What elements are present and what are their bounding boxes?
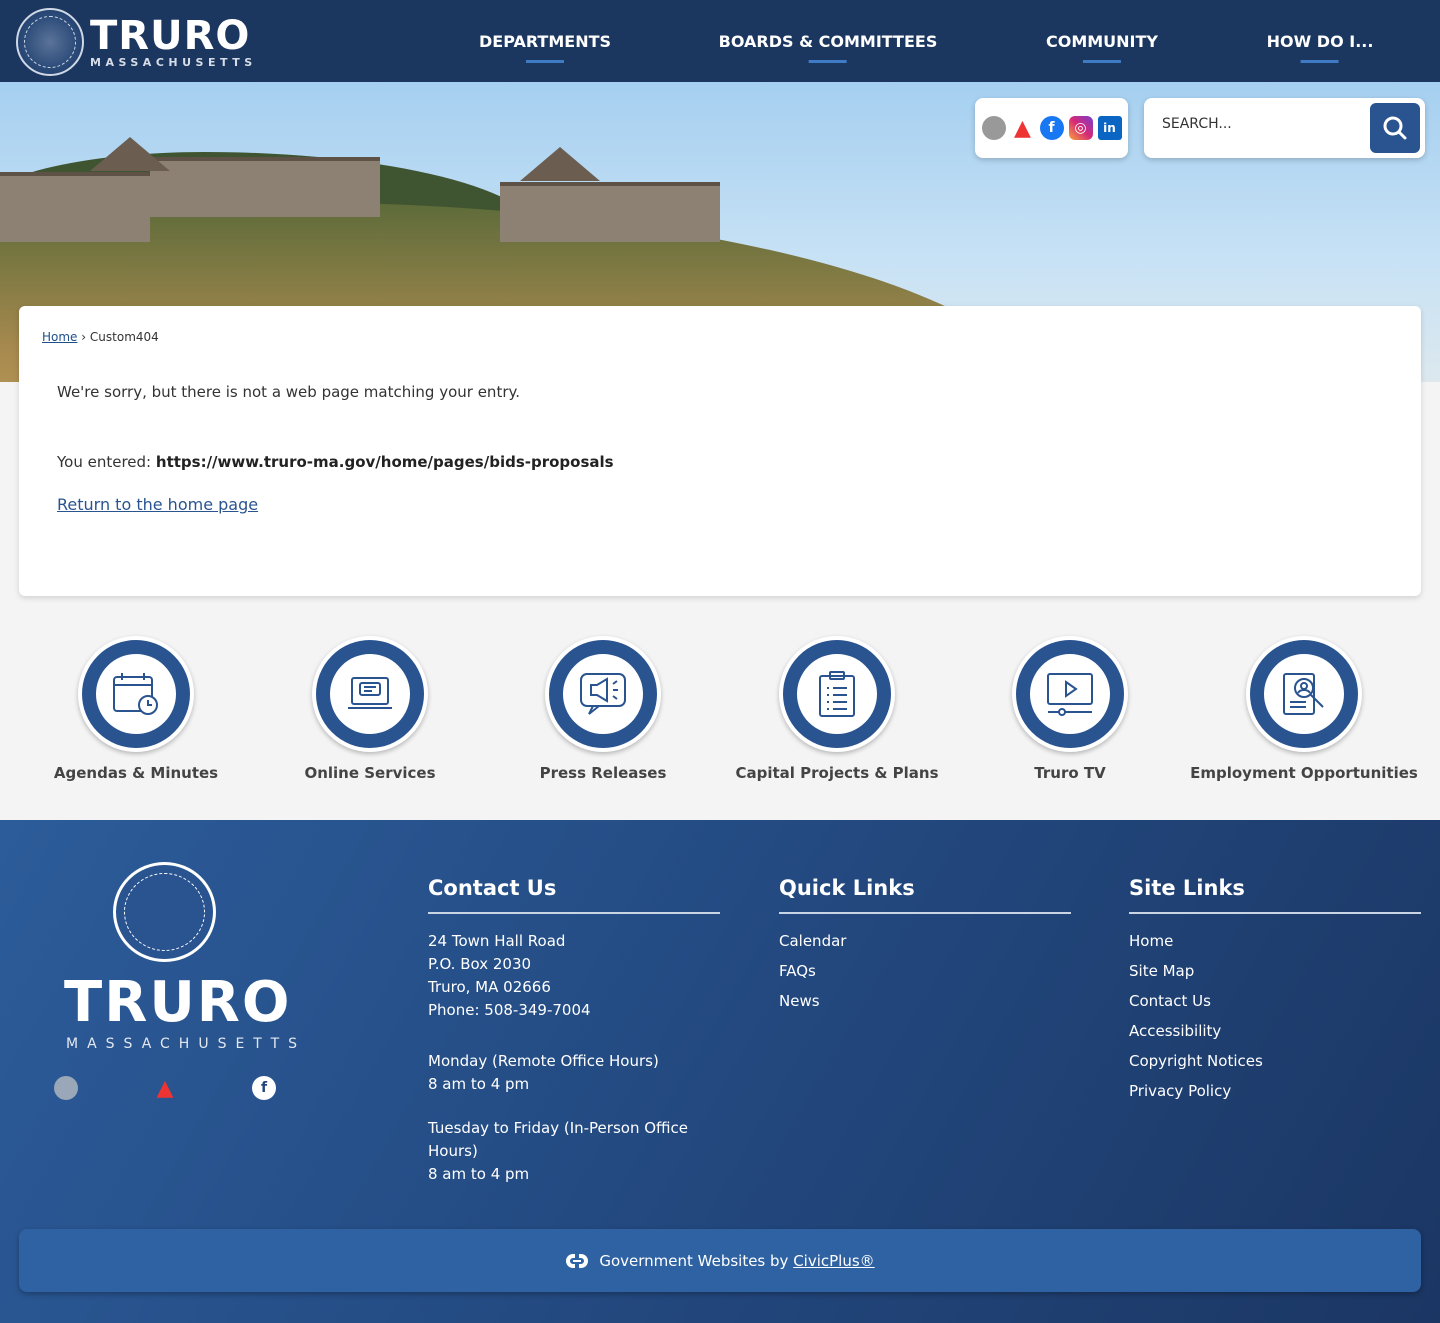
footer-link-home[interactable]: Home [1129, 930, 1421, 953]
credit-text: Government Websites by [599, 1251, 789, 1270]
entered-url: You entered: https://www.truro-ma.gov/ho… [57, 453, 614, 471]
contact-heading: Contact Us [428, 876, 720, 914]
tile-label: Online Services [304, 764, 436, 782]
search-button[interactable] [1370, 103, 1420, 153]
linkedin-icon[interactable]: in [1097, 116, 1122, 140]
tile-online-services[interactable]: Online Services [255, 636, 485, 782]
address-line: Truro, MA 02666 [428, 978, 551, 996]
entered-label: You entered: [57, 453, 152, 471]
civicplus-logo-icon [566, 1253, 589, 1268]
contact-column: Contact Us 24 Town Hall Road P.O. Box 20… [428, 876, 720, 1186]
nav-how-do-i[interactable]: HOW DO I... [1267, 32, 1374, 63]
tile-label: Press Releases [539, 764, 667, 782]
footer-link-accessibility[interactable]: Accessibility [1129, 1020, 1421, 1043]
search-input[interactable] [1162, 116, 1362, 132]
megaphone-icon [580, 673, 626, 715]
breadcrumb-current: Custom404 [89, 330, 159, 344]
civicplus-link[interactable]: CivicPlus® [793, 1252, 874, 1270]
alert-icon[interactable]: ▲ [1011, 116, 1035, 141]
town-seal-icon [16, 8, 84, 76]
tile-label: Capital Projects & Plans [735, 764, 939, 782]
nav-departments[interactable]: DEPARTMENTS [479, 32, 611, 63]
breadcrumb-home[interactable]: Home [42, 330, 77, 344]
site-logo[interactable]: TRURO MASSACHUSETTS [16, 8, 257, 76]
facebook-icon[interactable]: f [252, 1076, 276, 1100]
error-card: Home › Custom404 We're sorry, but there … [19, 306, 1421, 596]
error-message: We're sorry, but there is not a web page… [57, 383, 520, 401]
footer-link-faqs[interactable]: FAQs [779, 960, 1071, 983]
calendar-clock-icon [113, 673, 158, 715]
search-box [1144, 98, 1425, 158]
footer-link-news[interactable]: News [779, 990, 1071, 1013]
footer-link-contact-us[interactable]: Contact Us [1129, 990, 1421, 1013]
tile-capital-projects[interactable]: Capital Projects & Plans [722, 636, 952, 782]
site-links-heading: Site Links [1129, 876, 1421, 914]
hours-label: Tuesday to Friday (In-Person Office Hour… [428, 1119, 689, 1160]
breadcrumb-separator: › [81, 330, 87, 344]
civicplus-credit-bar: Government Websites by CivicPlus® [19, 1229, 1421, 1292]
footer-link-privacy[interactable]: Privacy Policy [1129, 1080, 1421, 1103]
footer-link-copyright[interactable]: Copyright Notices [1129, 1050, 1421, 1073]
site-links-column: Site Links Home Site Map Contact Us Acce… [1129, 876, 1421, 1110]
video-player-icon [1047, 673, 1093, 716]
alert-icon[interactable]: ▲ [153, 1076, 177, 1101]
hours-value: 8 am to 4 pm [428, 1075, 530, 1093]
site-footer: TRURO MASSACHUSETTS ▲ f Contact Us 24 To… [0, 820, 1440, 1323]
tile-press-releases[interactable]: Press Releases [488, 636, 718, 782]
address-line: 24 Town Hall Road [428, 932, 566, 950]
tile-agendas-minutes[interactable]: Agendas & Minutes [21, 636, 251, 782]
search-icon [1383, 116, 1407, 140]
nav-boards-committees[interactable]: BOARDS & COMMITTEES [719, 32, 938, 63]
footer-link-calendar[interactable]: Calendar [779, 930, 1071, 953]
facebook-icon[interactable]: f [1039, 116, 1064, 140]
footer-logo-title: TRURO [64, 970, 292, 1035]
entered-url-value: https://www.truro-ma.gov/home/pages/bids… [155, 453, 614, 471]
site-header: TRURO MASSACHUSETTS DEPARTMENTS BOARDS &… [0, 0, 1440, 82]
tile-employment[interactable]: Employment Opportunities [1189, 636, 1419, 782]
footer-seal-icon [113, 862, 216, 962]
laptop-chat-icon [348, 677, 392, 709]
logo-title: TRURO [90, 12, 251, 59]
address-line: P.O. Box 2030 [428, 955, 532, 973]
tile-label: Agendas & Minutes [53, 764, 219, 782]
instagram-icon[interactable]: ◎ [1068, 116, 1093, 140]
resume-search-icon [1283, 673, 1324, 715]
nav-community[interactable]: COMMUNITY [1046, 32, 1158, 63]
hours-label: Monday (Remote Office Hours) [428, 1052, 659, 1070]
tile-truro-tv[interactable]: Truro TV [955, 636, 1185, 782]
quick-links-column: Quick Links Calendar FAQs News [779, 876, 1071, 1020]
town-seal-icon[interactable] [54, 1076, 78, 1100]
logo-subtitle: MASSACHUSETTS [90, 55, 257, 69]
tile-label: Truro TV [1034, 764, 1106, 782]
quick-links-heading: Quick Links [779, 876, 1071, 914]
clipboard-icon [819, 671, 855, 717]
breadcrumb: Home › Custom404 [42, 330, 159, 344]
town-seal-icon[interactable] [981, 116, 1006, 140]
footer-link-site-map[interactable]: Site Map [1129, 960, 1421, 983]
quick-icons: ▲ f ◎ in [975, 98, 1128, 158]
hours-value: 8 am to 4 pm [428, 1165, 530, 1183]
footer-logo-subtitle: MASSACHUSETTS [66, 1036, 307, 1052]
return-home-link[interactable]: Return to the home page [57, 495, 258, 514]
phone-line: Phone: 508-349-7004 [428, 1001, 591, 1019]
tile-label: Employment Opportunities [1190, 764, 1418, 782]
